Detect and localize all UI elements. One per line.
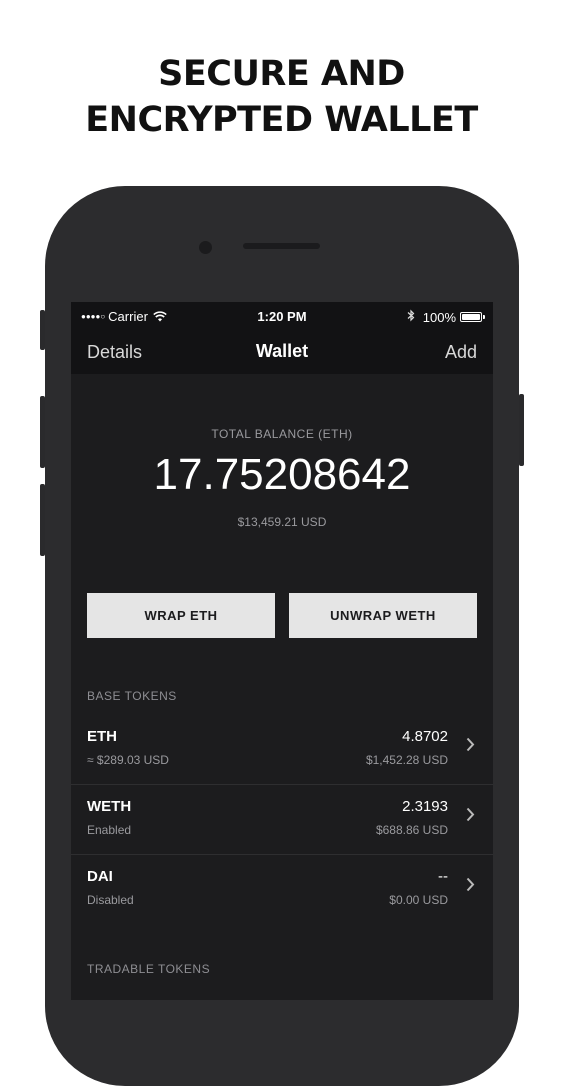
token-usd-value: $688.86 USD — [375, 823, 448, 837]
battery-icon — [460, 312, 482, 322]
chevron-right-icon — [466, 737, 475, 752]
page-title: Wallet — [255, 341, 309, 361]
unwrap-weth-button[interactable]: UNWRAP WETH — [289, 593, 477, 638]
token-amount: -- — [438, 868, 448, 885]
earpiece-speaker — [243, 243, 320, 249]
phone-power-button — [519, 394, 524, 466]
token-symbol: ETH — [87, 728, 117, 745]
token-row-weth[interactable]: WETH Enabled 2.3193 $688.86 USD — [71, 784, 493, 854]
token-symbol: WETH — [87, 798, 132, 815]
wrap-eth-button[interactable]: WRAP ETH — [87, 593, 275, 638]
token-subtitle: ≈ $289.03 USD — [87, 753, 169, 767]
token-row-eth[interactable]: ETH ≈ $289.03 USD 4.8702 $1,452.28 USD — [71, 714, 493, 784]
bluetooth-icon — [407, 309, 415, 325]
token-subtitle: Disabled — [87, 893, 134, 907]
token-symbol: DAI — [87, 868, 113, 885]
tradable-tokens-header: TRADABLE TOKENS — [87, 962, 211, 976]
chevron-right-icon — [466, 807, 475, 822]
token-amount: 4.8702 — [402, 728, 448, 745]
token-amount: 2.3193 — [402, 798, 448, 815]
total-balance-value: 17.75208642 — [153, 450, 411, 499]
phone-screen: ●●●●○ Carrier 1:20 PM 100% Details Walle… — [71, 302, 493, 1000]
headline-line-1: SECURE AND — [158, 54, 405, 94]
add-button[interactable]: Add — [445, 342, 477, 363]
battery-tip — [483, 315, 485, 319]
token-usd-value: $1,452.28 USD — [365, 753, 448, 767]
front-camera — [199, 241, 212, 254]
battery-percent: 100% — [422, 309, 456, 325]
token-row-dai[interactable]: DAI Disabled -- $0.00 USD — [71, 854, 493, 924]
navigation-bar: ●●●●○ Carrier 1:20 PM 100% Details Walle… — [71, 302, 493, 374]
status-right: 100% — [407, 309, 485, 325]
total-balance-usd: $13,459.21 USD — [237, 515, 327, 529]
total-balance-label: TOTAL BALANCE (ETH) — [211, 427, 353, 441]
base-tokens-header: BASE TOKENS — [87, 689, 177, 703]
token-usd-value: $0.00 USD — [389, 893, 448, 907]
token-subtitle: Enabled — [87, 823, 132, 837]
row-divider — [71, 854, 493, 855]
headline-line-2: ENCRYPTED WALLET — [85, 100, 478, 140]
chevron-right-icon — [466, 877, 475, 892]
row-divider — [71, 784, 493, 785]
